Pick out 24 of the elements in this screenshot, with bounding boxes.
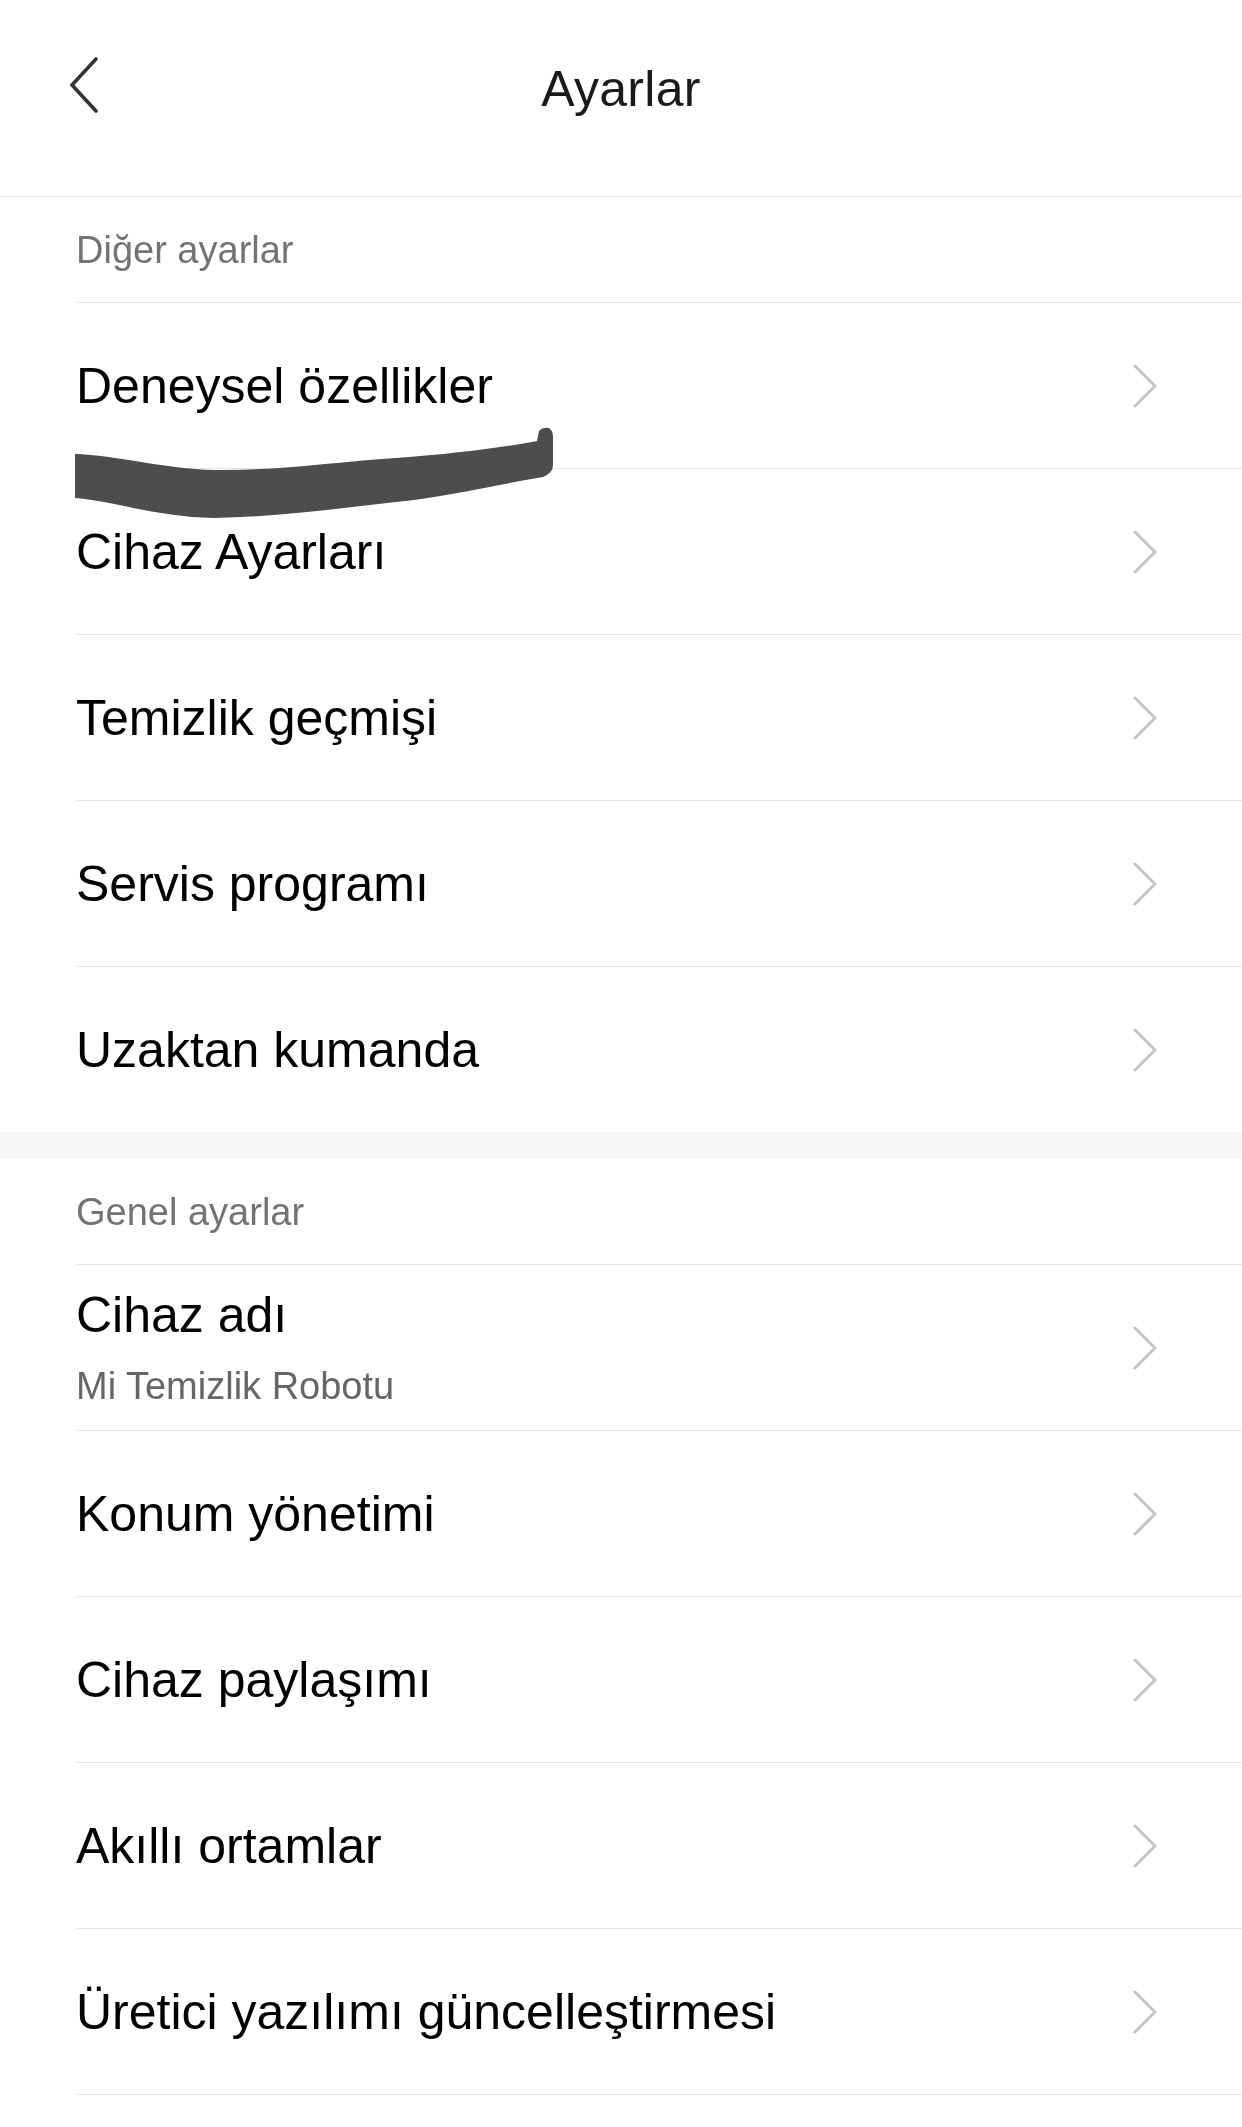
chevron-right-icon [1133, 695, 1157, 740]
chevron-right-icon [1133, 1491, 1157, 1536]
section-header: Genel ayarlar [76, 1189, 305, 1235]
settings-row[interactable]: Temizlik geçmişi [76, 635, 1242, 801]
chevron-right-icon [1133, 1325, 1157, 1370]
settings-row[interactable]: Cihaz paylaşımı [76, 1597, 1242, 1763]
settings-row[interactable]: Üretici yazılımı güncelleştirmesi [76, 1929, 1242, 2095]
chevron-right-icon [1133, 529, 1157, 574]
settings-row[interactable]: Akıllı ortamlar [76, 1763, 1242, 1929]
chevron-right-icon [1133, 1657, 1157, 1702]
chevron-right-icon [1133, 1989, 1157, 2034]
row-value: Mi Temizlik Robotu [76, 1363, 395, 1409]
back-button[interactable] [70, 57, 98, 113]
chevron-right-icon [1133, 1823, 1157, 1868]
chevron-right-icon [1133, 363, 1157, 408]
chevron-right-icon [1133, 1027, 1157, 1072]
chevron-right-icon [1133, 861, 1157, 906]
settings-row[interactable]: Konum yönetimi [76, 1431, 1242, 1597]
section-header: Diğer ayarlar [76, 227, 294, 273]
page-title: Ayarlar [541, 60, 701, 119]
settings-row[interactable]: Servis programı [76, 801, 1242, 967]
back-chevron-icon [70, 57, 98, 113]
settings-row[interactable]: Cihaz adı Mi Temizlik Robotu [76, 1265, 1242, 1431]
settings-row[interactable]: Uzaktan kumanda [76, 967, 1242, 1132]
